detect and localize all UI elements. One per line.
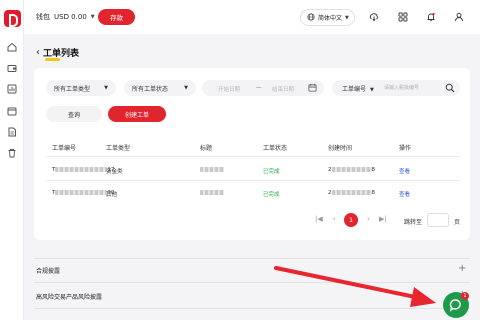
grid-icon[interactable]	[396, 10, 410, 24]
document-icon[interactable]	[7, 127, 17, 137]
redacted-text	[331, 167, 372, 172]
language-label: 简体中文	[318, 15, 343, 22]
status-badge: 已完成	[263, 192, 280, 198]
table-cell-title	[200, 190, 224, 196]
goto-label: 跳转至	[404, 219, 423, 226]
redacted-text	[55, 167, 108, 172]
table-divider	[46, 180, 460, 181]
search-field-select[interactable]: 工单编号 ▼	[342, 84, 374, 93]
last-page-button[interactable]: ▶|	[379, 215, 387, 223]
table-divider	[46, 156, 460, 157]
ticket-status-select[interactable]: 所有工单状态 ▼	[124, 80, 196, 96]
faq-item-compliance[interactable]: 合规披露	[36, 266, 60, 275]
view-link[interactable]: 查看	[399, 167, 410, 175]
search-bar: 工单编号 ▼	[332, 80, 460, 96]
chevron-down-icon: ▼	[369, 87, 374, 93]
faq-divider	[34, 282, 470, 283]
page-unit-label: 页	[454, 219, 461, 226]
faq-item-high-risk[interactable]: 高风险交易产品风险披露	[36, 292, 102, 301]
table-cell-title	[200, 167, 224, 173]
brand-logo[interactable]	[4, 10, 21, 27]
back-chevron-icon[interactable]: ‹	[36, 47, 40, 58]
sidebar	[0, 0, 24, 320]
query-button[interactable]: 查询	[46, 106, 102, 122]
wallet-icon[interactable]	[7, 63, 17, 73]
user-icon[interactable]	[452, 10, 466, 24]
redacted-text	[331, 190, 372, 195]
redacted-text	[200, 167, 224, 172]
created-suffix: 8	[371, 167, 376, 173]
next-page-button[interactable]: ›	[367, 215, 370, 223]
language-selector[interactable]: 简体中文 ▼	[300, 9, 355, 26]
redacted-text	[55, 190, 108, 195]
deposit-button[interactable]: 存款	[98, 9, 135, 25]
column-header-action: 操作	[399, 145, 412, 152]
chevron-down-icon: ▼	[184, 85, 188, 91]
faq-divider	[34, 258, 470, 259]
chat-notification-badge: 1	[461, 292, 469, 300]
first-page-button[interactable]: |◀	[315, 215, 323, 223]
start-date-placeholder: 开始日期	[218, 87, 241, 93]
globe-icon	[307, 12, 315, 23]
date-range-picker[interactable]: 开始日期 — 结束日期	[202, 80, 324, 96]
redacted-text	[200, 190, 224, 195]
column-header-status: 工单状态	[263, 145, 288, 152]
created-prefix: 2	[328, 190, 332, 196]
create-ticket-button[interactable]: 创建工单	[108, 106, 166, 122]
chart-icon[interactable]	[7, 84, 17, 94]
prev-page-button[interactable]: ‹	[333, 215, 336, 223]
column-header-created: 创建时间	[328, 145, 353, 152]
ticket-status-value: 所有工单状态	[132, 85, 169, 93]
chevron-down-icon: ▼	[90, 14, 95, 20]
trash-icon[interactable]	[7, 148, 17, 158]
search-input[interactable]	[384, 83, 444, 93]
created-suffix: 8	[371, 190, 376, 196]
created-prefix: 2	[328, 167, 332, 173]
calendar-icon	[308, 83, 317, 94]
faq-divider	[34, 308, 470, 309]
bell-icon[interactable]	[424, 10, 438, 24]
status-badge: 已完成	[263, 169, 280, 175]
ticket-card: 所有工单类型 ▼ 所有工单状态 ▼ 开始日期 — 结束日期 工单编号 ▼ 查询 …	[34, 68, 470, 240]
view-link[interactable]: 查看	[399, 190, 410, 198]
box-icon[interactable]	[7, 106, 17, 116]
goto-page-input[interactable]	[427, 213, 449, 227]
download-icon[interactable]	[367, 10, 381, 24]
chevron-down-icon: ▼	[345, 14, 349, 21]
column-header-type: 工单类型	[106, 145, 131, 152]
wallet-label: 钱包	[36, 13, 50, 21]
table-cell-created: 28	[328, 190, 375, 196]
home-icon[interactable]	[7, 42, 17, 52]
table-cell-created: 28	[328, 167, 375, 173]
expand-plus-icon[interactable]: +	[458, 264, 466, 274]
table-cell-type: 资金类	[106, 169, 123, 175]
search-icon[interactable]	[445, 83, 455, 93]
ticket-type-value: 所有工单类型	[54, 85, 91, 93]
column-header-title: 标题	[200, 145, 213, 152]
table-cell-type: 其他	[106, 192, 118, 198]
ticket-type-select[interactable]: 所有工单类型 ▼	[46, 80, 116, 96]
end-date-placeholder: 结束日期	[272, 87, 295, 93]
search-field-label: 工单编号	[342, 86, 367, 93]
chat-bubble-icon	[449, 299, 461, 312]
chevron-down-icon: ▼	[104, 85, 108, 91]
wallet-selector[interactable]: 钱包 USD 0.00 ▼	[36, 9, 95, 25]
page-number-current[interactable]: 1	[344, 213, 358, 227]
title-underline	[45, 58, 60, 61]
date-separator: —	[256, 85, 262, 91]
column-header-id: 工单编号	[52, 145, 77, 152]
wallet-amount: USD 0.00	[54, 13, 87, 21]
